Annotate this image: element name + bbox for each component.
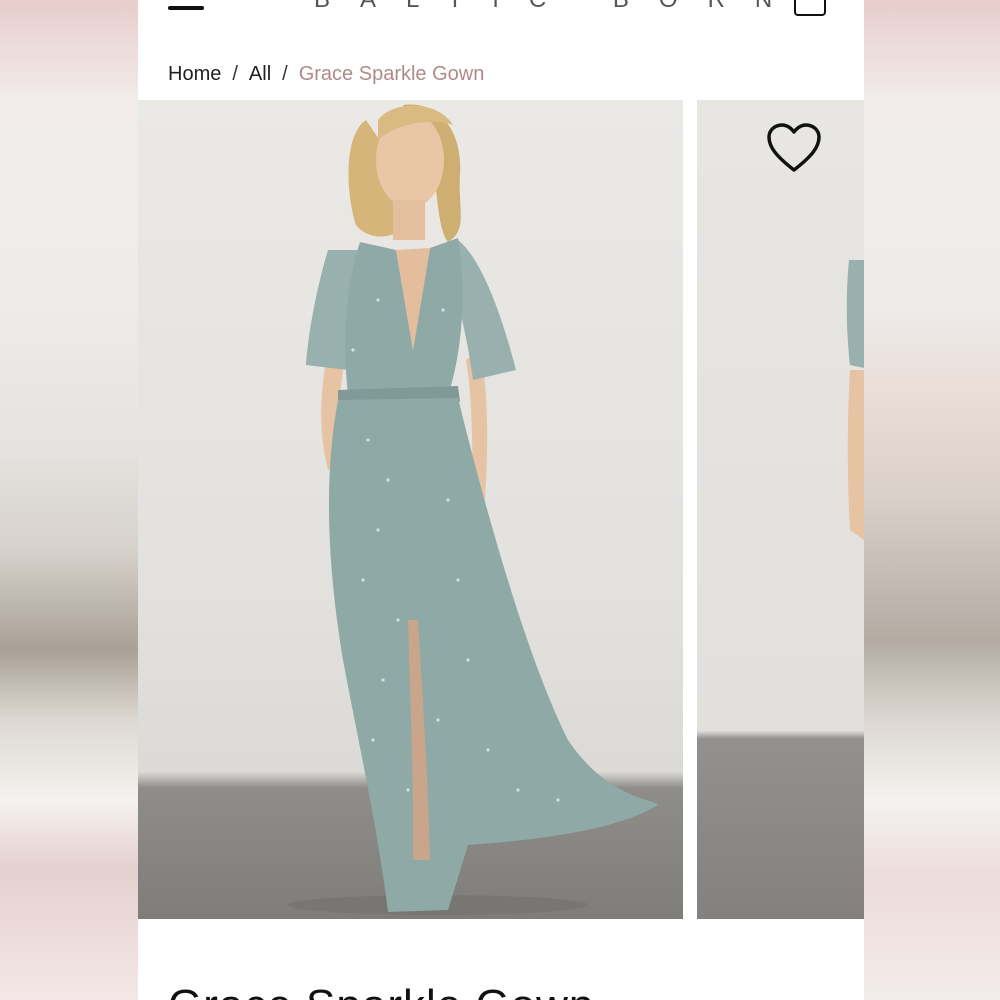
breadcrumb: Home / All / Grace Sparkle Gown: [168, 60, 484, 88]
hamburger-menu-icon[interactable]: [168, 6, 204, 10]
brand-logo[interactable]: BALTIC BORN: [314, 0, 772, 13]
product-title: Grace Sparkle Gown: [168, 981, 594, 1000]
site-header: BALTIC BORN: [138, 0, 864, 30]
breadcrumb-separator: /: [282, 62, 288, 85]
product-photo-main[interactable]: [138, 100, 683, 919]
left-background: [0, 0, 138, 1000]
model-in-gown-illustration: [288, 104, 658, 915]
product-image-gallery[interactable]: [138, 100, 864, 919]
heart-icon[interactable]: [766, 122, 822, 174]
breadcrumb-all-link[interactable]: All: [249, 63, 271, 86]
product-photo-secondary[interactable]: [697, 100, 864, 919]
right-background: [864, 0, 1000, 1000]
model-partial-illustration: [846, 260, 864, 540]
breadcrumb-separator: /: [232, 62, 238, 85]
product-page: BALTIC BORN Home / All / Grace Sparkle G…: [138, 0, 864, 1000]
breadcrumb-home-link[interactable]: Home: [168, 63, 221, 86]
breadcrumb-current: Grace Sparkle Gown: [298, 62, 485, 85]
shopping-bag-icon[interactable]: [794, 0, 826, 16]
